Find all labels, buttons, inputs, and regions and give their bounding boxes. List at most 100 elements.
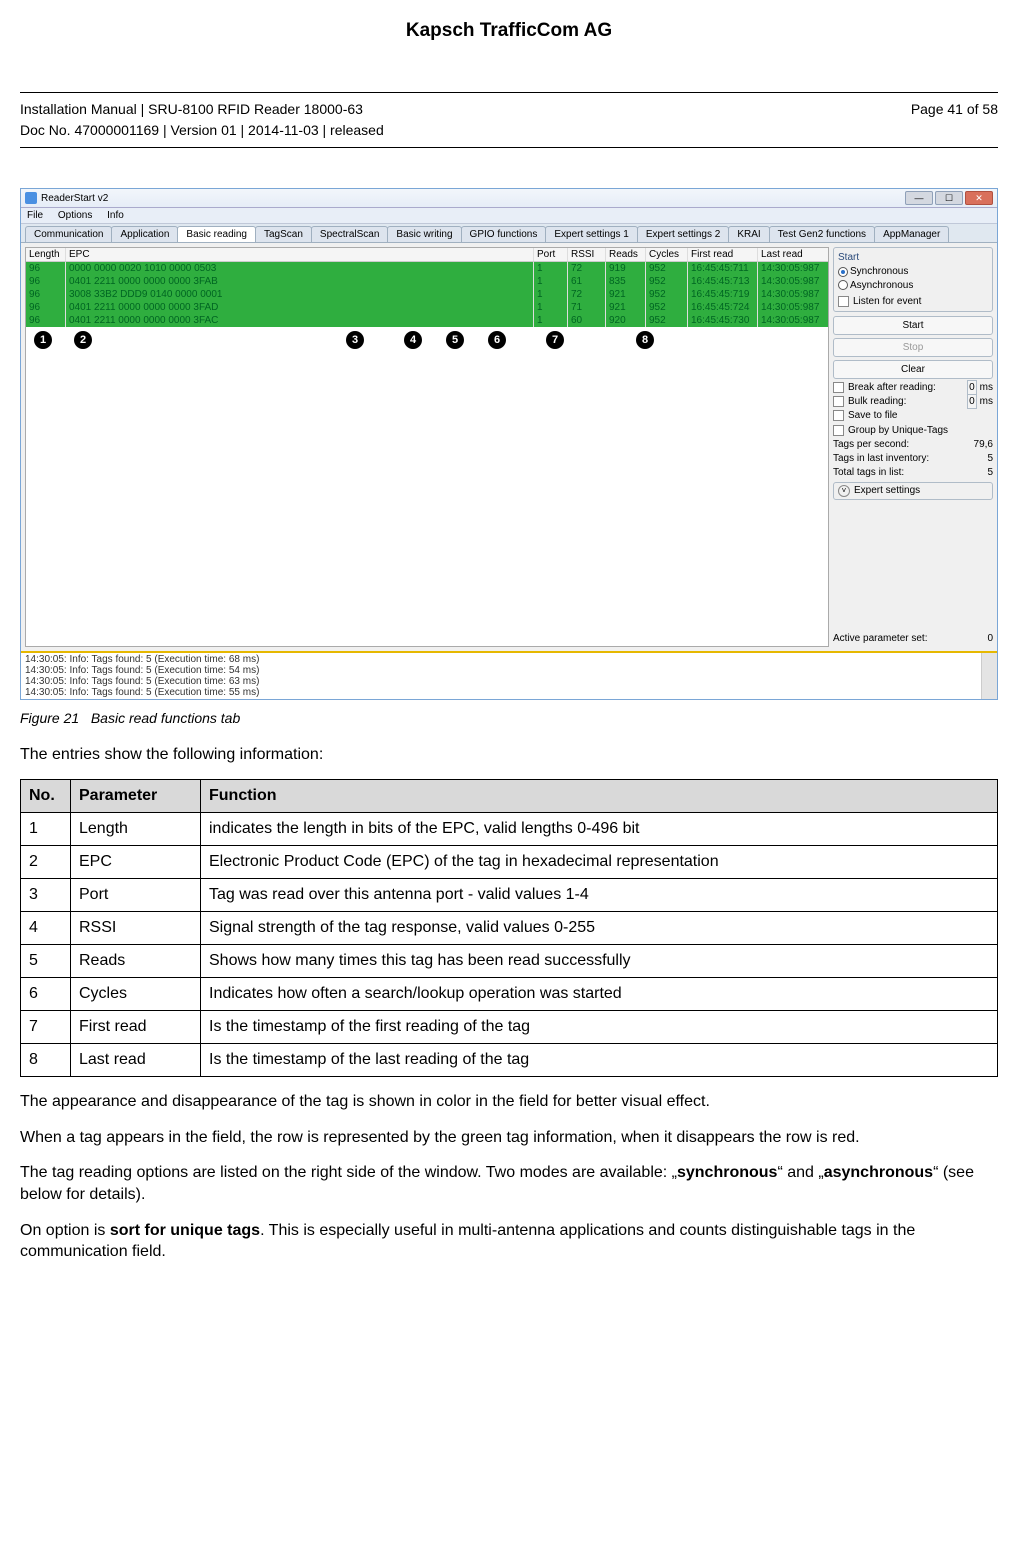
bulk-label: Bulk reading:	[848, 396, 906, 407]
column-header-reads[interactable]: Reads	[606, 248, 646, 261]
listen-label: Listen for event	[853, 296, 921, 307]
paragraph-green-red: When a tag appears in the field, the row…	[20, 1127, 998, 1149]
app-icon	[25, 192, 37, 204]
async-radio[interactable]: Asynchronous	[838, 280, 913, 291]
sync-radio[interactable]: Synchronous	[838, 266, 908, 277]
doc-header-line1: Installation Manual | SRU-8100 RFID Read…	[20, 99, 384, 120]
tags-last-inv-value: 5	[987, 453, 993, 464]
column-header-rssi[interactable]: RSSI	[568, 248, 606, 261]
side-panel: Start Synchronous Asynchronous Listen fo…	[833, 247, 993, 647]
data-grid: Length EPC Port RSSI Reads Cycles First …	[25, 247, 829, 647]
log-line: 14:30:05: Info: Tags found: 5 (Execution…	[25, 654, 993, 665]
annotation-circle-4: 4	[404, 331, 422, 349]
th-no: No.	[21, 780, 71, 813]
async-label: Asynchronous	[850, 280, 913, 291]
menu-file[interactable]: File	[27, 210, 43, 221]
tab-expert-settings-2[interactable]: Expert settings 2	[637, 226, 729, 242]
tab-communication[interactable]: Communication	[25, 226, 112, 242]
tab-tagscan[interactable]: TagScan	[255, 226, 312, 242]
window-titlebar: ReaderStart v2 — ☐ ✕	[21, 189, 997, 208]
table-row[interactable]: 963008 33B2 DDD9 0140 0000 0001172921952…	[26, 288, 828, 301]
table-row: 5ReadsShows how many times this tag has …	[21, 945, 998, 978]
table-row[interactable]: 960401 2211 0000 0000 0000 3FAC160920952…	[26, 314, 828, 327]
tags-last-inv-label: Tags in last inventory:	[833, 453, 929, 464]
figure-caption: Figure 21 Basic read functions tab	[20, 710, 998, 726]
tab-gpio-functions[interactable]: GPIO functions	[461, 226, 547, 242]
group-checkbox[interactable]: Group by Unique-Tags	[833, 425, 993, 436]
paragraph-modes: The tag reading options are listed on th…	[20, 1162, 998, 1205]
table-row[interactable]: 960401 2211 0000 0000 0000 3FAD171921952…	[26, 301, 828, 314]
menu-options[interactable]: Options	[58, 210, 92, 221]
annotation-circle-5: 5	[446, 331, 464, 349]
column-header-epc[interactable]: EPC	[66, 248, 534, 261]
tab-spectralscan[interactable]: SpectralScan	[311, 226, 388, 242]
column-header-firstread[interactable]: First read	[688, 248, 758, 261]
table-row: 8Last readIs the timestamp of the last r…	[21, 1044, 998, 1077]
window-title: ReaderStart v2	[41, 193, 108, 204]
tab-appmanager[interactable]: AppManager	[874, 226, 949, 242]
th-parameter: Parameter	[71, 780, 201, 813]
break-label: Break after reading:	[848, 382, 936, 393]
tags-per-sec-label: Tags per second:	[833, 439, 909, 450]
menubar: File Options Info	[21, 208, 997, 224]
tab-test-gen2-functions[interactable]: Test Gen2 functions	[769, 226, 875, 242]
listen-checkbox[interactable]: Listen for event	[838, 296, 988, 307]
tab-basic-writing[interactable]: Basic writing	[387, 226, 461, 242]
th-function: Function	[201, 780, 998, 813]
expert-settings-expander[interactable]: ˅ Expert settings	[833, 482, 993, 500]
doc-page-number: Page 41 of 58	[911, 99, 998, 120]
column-header-port[interactable]: Port	[534, 248, 568, 261]
tab-krai[interactable]: KRAI	[728, 226, 769, 242]
column-header-cycles[interactable]: Cycles	[646, 248, 688, 261]
annotation-circle-3: 3	[346, 331, 364, 349]
start-button[interactable]: Start	[833, 316, 993, 335]
ms-label: ms	[980, 382, 993, 393]
log-scrollbar[interactable]	[981, 653, 997, 699]
ms-label2: ms	[980, 396, 993, 407]
group-label: Group by Unique-Tags	[848, 425, 948, 436]
screenshot: ReaderStart v2 — ☐ ✕ File Options Info C…	[20, 188, 998, 700]
doc-header-line2: Doc No. 47000001169 | Version 01 | 2014-…	[20, 120, 384, 141]
break-checkbox[interactable]: Break after reading:	[833, 382, 936, 393]
bulk-checkbox[interactable]: Bulk reading:	[833, 396, 906, 407]
column-header-lastread[interactable]: Last read	[758, 248, 828, 261]
doc-header: Installation Manual | SRU-8100 RFID Read…	[20, 92, 998, 148]
minimize-button[interactable]: —	[905, 191, 933, 205]
bulk-reading-row: Bulk reading: 0ms	[833, 396, 993, 407]
table-row: 6CyclesIndicates how often a search/look…	[21, 978, 998, 1011]
break-after-row: Break after reading: 0ms	[833, 382, 993, 393]
save-checkbox[interactable]: Save to file	[833, 410, 993, 421]
column-header-length[interactable]: Length	[26, 248, 66, 261]
maximize-button[interactable]: ☐	[935, 191, 963, 205]
tab-application[interactable]: Application	[111, 226, 178, 242]
bulk-input[interactable]: 0	[967, 394, 977, 409]
annotation-circle-2: 2	[74, 331, 92, 349]
save-label: Save to file	[848, 411, 897, 422]
table-row: 1Length indicates the length in bits of …	[21, 813, 998, 846]
active-set-value: 0	[987, 633, 993, 644]
chevron-down-icon: ˅	[838, 485, 850, 497]
table-row[interactable]: 960401 2211 0000 0000 0000 3FAB161835952…	[26, 275, 828, 288]
table-row[interactable]: 960000 0000 0020 1010 0000 0503172919952…	[26, 262, 828, 275]
tab-expert-settings-1[interactable]: Expert settings 1	[545, 226, 637, 242]
sync-label: Synchronous	[850, 266, 908, 277]
start-group-title: Start	[838, 252, 988, 263]
close-button[interactable]: ✕	[965, 191, 993, 205]
active-set-label: Active parameter set:	[833, 633, 927, 644]
annotation-circle-6: 6	[488, 331, 506, 349]
table-row: 4RSSISignal strength of the tag response…	[21, 912, 998, 945]
tab-basic-reading[interactable]: Basic reading	[177, 226, 256, 242]
menu-info[interactable]: Info	[107, 210, 124, 221]
break-input[interactable]: 0	[967, 380, 977, 395]
annotation-circle-1: 1	[34, 331, 52, 349]
annotation-circle-7: 7	[546, 331, 564, 349]
expert-settings-label: Expert settings	[854, 485, 920, 496]
company-title: Kapsch TrafficCom AG	[20, 20, 998, 42]
clear-button[interactable]: Clear	[833, 360, 993, 379]
table-row: 2EPCElectronic Product Code (EPC) of the…	[21, 846, 998, 879]
intro-paragraph: The entries show the following informati…	[20, 744, 998, 766]
table-row: 7First readIs the timestamp of the first…	[21, 1011, 998, 1044]
paragraph-appearance: The appearance and disappearance of the …	[20, 1091, 998, 1113]
stop-button[interactable]: Stop	[833, 338, 993, 357]
tabbar: CommunicationApplicationBasic readingTag…	[21, 224, 997, 242]
